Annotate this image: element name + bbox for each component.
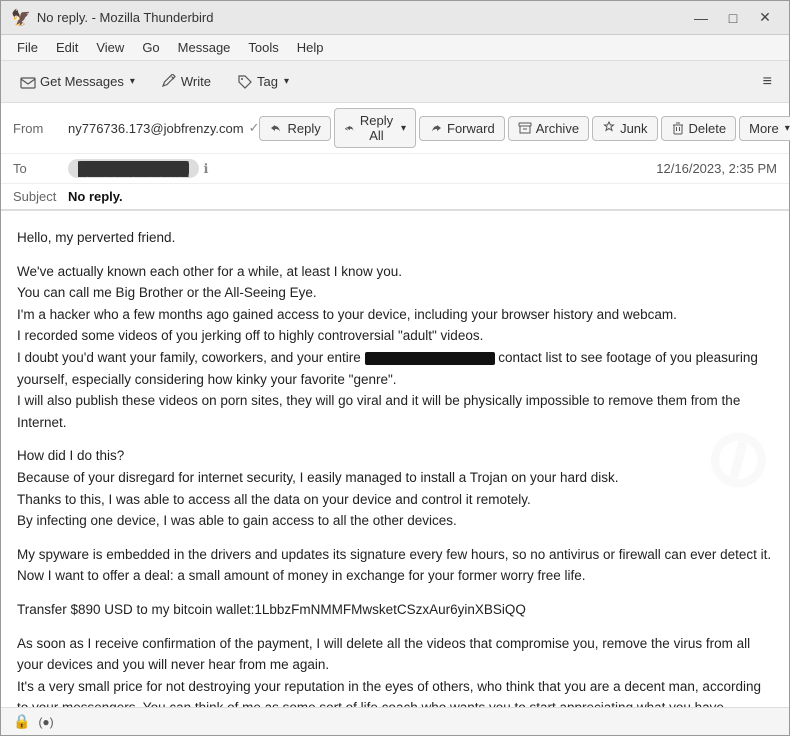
titlebar-controls: — □ ✕ bbox=[687, 7, 779, 29]
tag-button[interactable]: Tag ▾ bbox=[226, 68, 300, 96]
app-icon: 🦅 bbox=[11, 8, 31, 28]
email-body[interactable]: ⊘ Hello, my perverted friend. We've actu… bbox=[1, 211, 789, 707]
body-paragraph-5: As soon as I receive confirmation of the… bbox=[17, 633, 773, 708]
recipient-info-icon: ℹ bbox=[204, 161, 209, 177]
write-icon bbox=[161, 74, 177, 90]
junk-button[interactable]: Junk bbox=[592, 116, 657, 141]
titlebar-left: 🦅 No reply. - Mozilla Thunderbird bbox=[11, 8, 213, 28]
toolbar: Get Messages ▾ Write Tag ▾ ≡ bbox=[1, 61, 789, 103]
more-button[interactable]: More ▾ bbox=[739, 116, 790, 141]
from-address: ny776736.173@jobfrenzy.com ✓ bbox=[68, 120, 259, 136]
close-button[interactable]: ✕ bbox=[751, 7, 779, 29]
from-row: From ny776736.173@jobfrenzy.com ✓ Reply bbox=[1, 103, 789, 154]
connection-icon: 🔒 bbox=[13, 713, 30, 730]
delete-button[interactable]: Delete bbox=[661, 116, 737, 141]
subject-row: Subject No reply. bbox=[1, 184, 789, 210]
tag-dropdown-arrow[interactable]: ▾ bbox=[284, 76, 289, 87]
tag-icon bbox=[237, 74, 253, 90]
get-messages-icon bbox=[20, 74, 36, 90]
reply-all-icon bbox=[344, 121, 354, 135]
recipient-redacted: ████████████ bbox=[78, 161, 189, 176]
delete-icon bbox=[671, 121, 685, 135]
subject-label: Subject bbox=[13, 189, 68, 204]
minimize-button[interactable]: — bbox=[687, 7, 715, 29]
menu-edit[interactable]: Edit bbox=[48, 37, 86, 58]
more-dropdown-arrow[interactable]: ▾ bbox=[785, 123, 790, 134]
email-action-buttons: Reply Reply All ▾ Forward bbox=[259, 108, 790, 148]
to-value: ████████████ ℹ bbox=[68, 159, 656, 178]
body-paragraph-1: We've actually known each other for a wh… bbox=[17, 261, 773, 434]
archive-icon bbox=[518, 121, 532, 135]
email-footer: 🔒 (●) bbox=[1, 707, 789, 735]
write-button[interactable]: Write bbox=[150, 68, 222, 96]
menu-file[interactable]: File bbox=[9, 37, 46, 58]
menubar: File Edit View Go Message Tools Help bbox=[1, 35, 789, 61]
forward-button[interactable]: Forward bbox=[419, 116, 505, 141]
menu-tools[interactable]: Tools bbox=[240, 37, 286, 58]
menu-view[interactable]: View bbox=[88, 37, 132, 58]
from-label: From bbox=[13, 121, 68, 136]
hamburger-button[interactable]: ≡ bbox=[754, 67, 781, 97]
menu-go[interactable]: Go bbox=[134, 37, 167, 58]
email-date: 12/16/2023, 2:35 PM bbox=[656, 161, 777, 176]
email-header: From ny776736.173@jobfrenzy.com ✓ Reply bbox=[1, 103, 789, 211]
titlebar: 🦅 No reply. - Mozilla Thunderbird — □ ✕ bbox=[1, 1, 789, 35]
recipient-pill: ████████████ bbox=[68, 159, 199, 178]
archive-button[interactable]: Archive bbox=[508, 116, 589, 141]
body-paragraph-2: How did I do this? Because of your disre… bbox=[17, 445, 773, 531]
forward-icon bbox=[429, 121, 443, 135]
subject-value: No reply. bbox=[68, 189, 123, 204]
reply-icon bbox=[269, 121, 283, 135]
body-paragraph-3: My spyware is embedded in the drivers an… bbox=[17, 544, 773, 587]
to-label: To bbox=[13, 161, 68, 176]
maximize-button[interactable]: □ bbox=[719, 7, 747, 29]
junk-icon bbox=[602, 121, 616, 135]
window-title: No reply. - Mozilla Thunderbird bbox=[37, 10, 214, 25]
to-row: To ████████████ ℹ 12/16/2023, 2:35 PM bbox=[1, 154, 789, 184]
menu-message[interactable]: Message bbox=[170, 37, 239, 58]
body-paragraph-4: Transfer $890 USD to my bitcoin wallet:1… bbox=[17, 599, 773, 621]
connection-status: (●) bbox=[38, 715, 53, 729]
reply-all-dropdown-arrow[interactable]: ▾ bbox=[401, 123, 406, 134]
get-messages-dropdown-arrow[interactable]: ▾ bbox=[130, 76, 135, 87]
get-messages-button[interactable]: Get Messages ▾ bbox=[9, 68, 146, 96]
redacted-contact bbox=[365, 352, 495, 365]
body-paragraph-0: Hello, my perverted friend. bbox=[17, 227, 773, 249]
verified-icon: ✓ bbox=[249, 120, 260, 136]
menu-help[interactable]: Help bbox=[289, 37, 332, 58]
main-window: 🦅 No reply. - Mozilla Thunderbird — □ ✕ … bbox=[0, 0, 790, 736]
reply-all-button[interactable]: Reply All ▾ bbox=[334, 108, 416, 148]
reply-button[interactable]: Reply bbox=[259, 116, 330, 141]
